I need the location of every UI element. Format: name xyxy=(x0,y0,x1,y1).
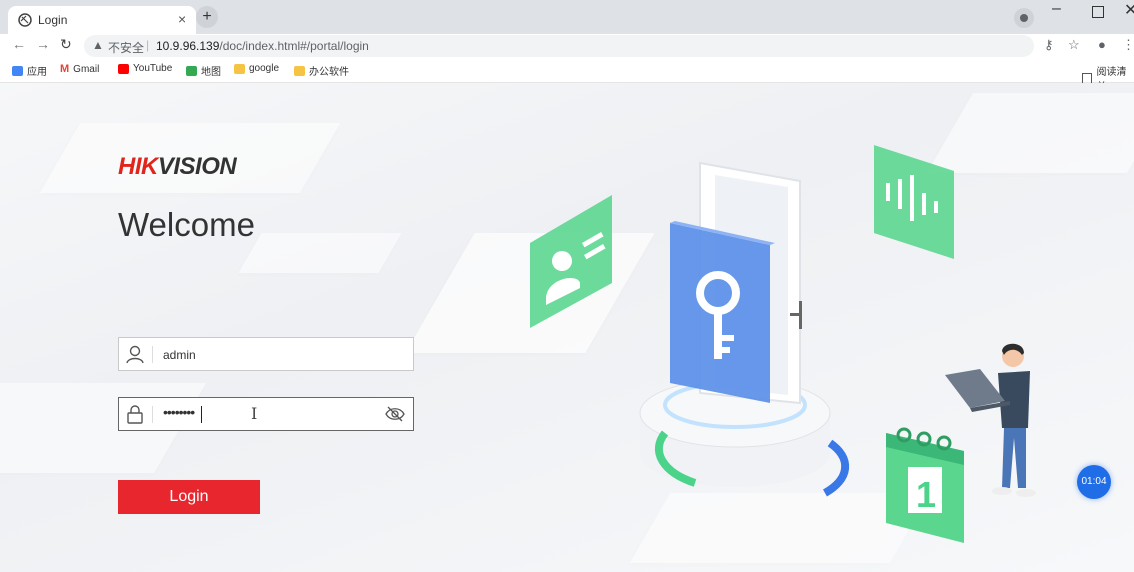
back-icon[interactable]: ← xyxy=(12,36,26,52)
id-card-icon xyxy=(530,195,612,328)
user-icon xyxy=(126,345,144,364)
timer-badge[interactable]: 01:04 xyxy=(1077,465,1111,499)
logo-hik: HIK xyxy=(118,153,158,180)
text-cursor-icon: I xyxy=(251,404,258,423)
bookmark-label: google xyxy=(249,63,280,74)
reading-list-icon xyxy=(1082,72,1093,84)
bookmark-label: 办公软件 xyxy=(309,67,349,78)
minimize-button[interactable]: – xyxy=(1052,0,1061,18)
text-caret xyxy=(201,406,202,423)
tab-title: Login xyxy=(38,13,68,27)
menu-icon[interactable]: ⋮ xyxy=(1122,37,1134,53)
tab-close-icon[interactable]: × xyxy=(178,11,186,27)
bookmark-google[interactable]: google xyxy=(234,63,279,74)
profile-icon[interactable]: ● xyxy=(1098,37,1106,52)
url-text: 10.9.96.139/doc/index.html#/portal/login xyxy=(156,39,369,53)
tab-login[interactable]: Login × xyxy=(8,6,196,34)
warning-icon[interactable]: ▲ xyxy=(92,38,104,52)
username-value: admin xyxy=(163,348,196,362)
maps-icon xyxy=(186,65,197,76)
forward-icon[interactable]: → xyxy=(36,36,50,52)
folder-icon xyxy=(294,65,305,76)
field-divider xyxy=(152,346,153,363)
username-field[interactable]: admin xyxy=(118,337,414,371)
login-label: Login xyxy=(169,488,209,505)
password-field[interactable]: •••••••• I xyxy=(118,397,414,431)
eye-hidden-icon[interactable] xyxy=(385,405,405,423)
url-host: 10.9.96.139 xyxy=(156,39,220,53)
folder-icon xyxy=(234,63,245,74)
bookmark-label: 地图 xyxy=(201,67,221,78)
browser-window: Login × + – ✕ ← → ↻ ▲ 不安全 | 10.9.96.139/… xyxy=(0,0,1134,572)
password-mask: •••••••• xyxy=(163,404,195,420)
star-icon[interactable]: ☆ xyxy=(1068,37,1080,53)
close-window-button[interactable]: ✕ xyxy=(1124,0,1134,20)
bookmark-label: 应用 xyxy=(27,67,47,78)
lock-icon xyxy=(127,405,143,424)
globe-icon xyxy=(18,13,32,27)
bookmark-office[interactable]: 办公软件 xyxy=(294,63,349,78)
insecure-label: 不安全 xyxy=(108,41,145,55)
media-record-icon[interactable] xyxy=(1014,8,1034,28)
field-divider xyxy=(152,406,153,423)
login-page: HIKVISION Welcome admin •••••••• I Login… xyxy=(0,83,1134,572)
calendar-icon: 1 xyxy=(886,427,964,543)
background-panel xyxy=(238,233,402,273)
address-bar[interactable]: ▲ 不安全 | 10.9.96.139/doc/index.html#/port… xyxy=(84,35,1034,57)
bookmark-label: Gmail xyxy=(73,63,100,75)
bookmark-label: YouTube xyxy=(133,63,173,74)
apps-grid-icon xyxy=(12,65,23,76)
address-divider: | xyxy=(146,38,150,52)
voice-wave-icon xyxy=(874,145,954,259)
hikvision-logo: HIKVISION xyxy=(118,153,237,181)
reload-icon[interactable]: ↻ xyxy=(60,36,72,53)
bookmark-gmail[interactable]: M Gmail xyxy=(60,63,99,75)
logo-vision: VISION xyxy=(157,153,237,180)
tab-strip: Login × + – ✕ xyxy=(0,0,1134,34)
svg-text:1: 1 xyxy=(916,474,936,515)
browser-toolbar: ← → ↻ ▲ 不安全 | 10.9.96.139/doc/index.html… xyxy=(0,34,1134,58)
key-card xyxy=(670,221,775,403)
bookmarks-bar: 应用 M Gmail YouTube 地图 google 办公软件 阅读清单 xyxy=(0,58,1134,93)
gmail-icon: M xyxy=(60,63,70,75)
new-tab-button[interactable]: + xyxy=(196,6,218,28)
url-path: /doc/index.html#/portal/login xyxy=(219,39,369,53)
bookmark-youtube[interactable]: YouTube xyxy=(118,63,172,74)
security-illustration: 1 xyxy=(530,145,1036,543)
login-button[interactable]: Login xyxy=(118,480,260,514)
maximize-button[interactable] xyxy=(1092,6,1104,18)
key-icon[interactable]: ⚷ xyxy=(1044,37,1054,53)
bookmark-maps[interactable]: 地图 xyxy=(186,63,221,78)
welcome-heading: Welcome xyxy=(118,206,255,243)
bookmark-apps[interactable]: 应用 xyxy=(12,63,47,78)
youtube-icon xyxy=(118,63,129,74)
